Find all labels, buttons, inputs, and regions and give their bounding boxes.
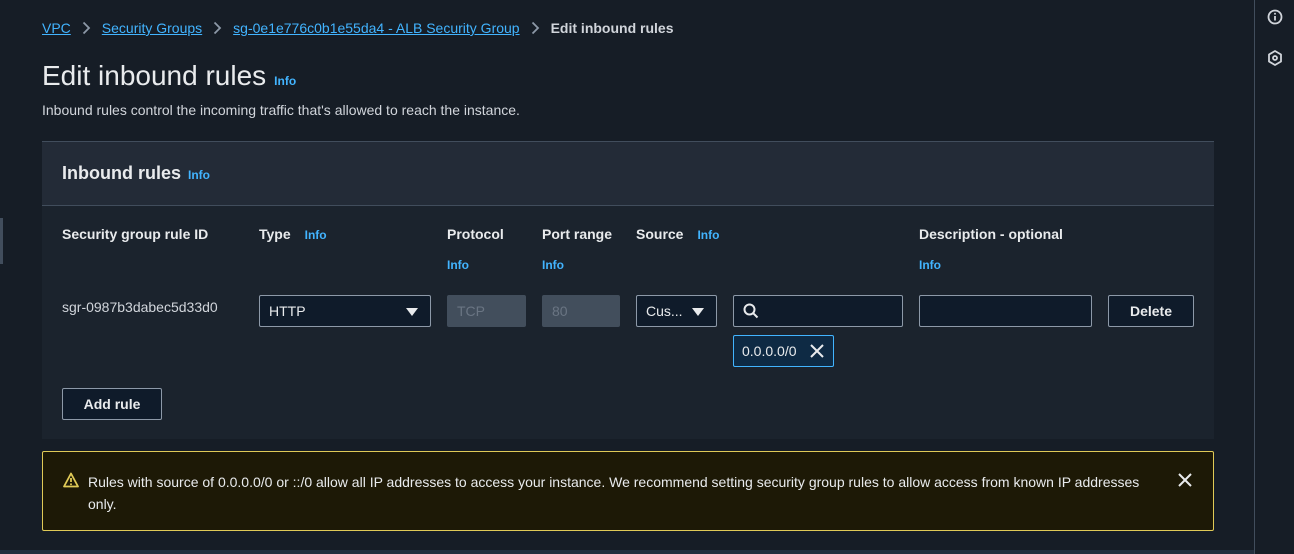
panel-header: Inbound rules Info bbox=[42, 142, 1214, 206]
panel-info-link[interactable]: Info bbox=[188, 168, 210, 182]
col-header-source: Source Info bbox=[636, 226, 719, 242]
port-range-value: 80 bbox=[552, 303, 568, 319]
close-icon[interactable] bbox=[1177, 472, 1193, 493]
protocol-field: TCP bbox=[447, 295, 526, 327]
warning-triangle-icon bbox=[63, 472, 79, 493]
col-header-source-label: Source bbox=[636, 226, 684, 242]
col-header-rule-id-label: Security group rule ID bbox=[62, 226, 209, 242]
panel-title-group: Inbound rules Info bbox=[62, 163, 210, 184]
type-select[interactable]: HTTP bbox=[259, 295, 431, 327]
description-input[interactable] bbox=[919, 295, 1092, 327]
col-header-rule-id: Security group rule ID bbox=[62, 226, 208, 242]
breadcrumb-vpc[interactable]: VPC bbox=[42, 20, 71, 36]
panel-title: Inbound rules bbox=[62, 163, 181, 183]
caret-down-icon bbox=[406, 308, 418, 316]
close-icon[interactable] bbox=[809, 343, 825, 362]
col-header-protocol: Protocol bbox=[447, 226, 504, 242]
col-header-type-label: Type bbox=[259, 226, 291, 242]
col-header-type: Type Info bbox=[259, 226, 327, 242]
protocol-value: TCP bbox=[457, 303, 485, 319]
search-icon bbox=[743, 303, 759, 324]
page-header: Edit inbound rules Info bbox=[42, 60, 296, 92]
page-description: Inbound rules control the incoming traff… bbox=[42, 102, 520, 118]
source-type-value: Cus... bbox=[646, 303, 683, 319]
col-header-protocol-label: Protocol bbox=[447, 226, 504, 242]
chevron-right-icon bbox=[213, 21, 222, 35]
warning-alert: Rules with source of 0.0.0.0/0 or ::/0 a… bbox=[42, 451, 1214, 531]
app-window: VPC Security Groups sg-0e1e776c0b1e55da4… bbox=[0, 0, 1294, 554]
port-range-field: 80 bbox=[542, 295, 620, 327]
page-title: Edit inbound rules bbox=[42, 60, 267, 91]
source-cidr-token-label: 0.0.0.0/0 bbox=[742, 343, 797, 359]
description-info-link[interactable]: Info bbox=[919, 258, 941, 272]
left-panel-edge[interactable] bbox=[0, 218, 3, 264]
source-cidr-token: 0.0.0.0/0 bbox=[733, 335, 834, 367]
col-header-description-label: Description - optional bbox=[919, 226, 1063, 242]
col-header-port-range: Port range bbox=[542, 226, 612, 242]
info-circle-icon[interactable] bbox=[1264, 6, 1286, 28]
inbound-rules-panel: Inbound rules Info Security group rule I… bbox=[42, 141, 1214, 439]
add-rule-button[interactable]: Add rule bbox=[62, 388, 162, 420]
right-utility-rail bbox=[1254, 0, 1294, 554]
col-header-description: Description - optional bbox=[919, 226, 1063, 242]
breadcrumb-security-groups[interactable]: Security Groups bbox=[102, 20, 202, 36]
chevron-right-icon bbox=[82, 21, 91, 35]
type-select-value: HTTP bbox=[269, 303, 306, 319]
col-header-port-range-label: Port range bbox=[542, 226, 613, 242]
delete-rule-button[interactable]: Delete bbox=[1108, 295, 1194, 327]
page-info-link[interactable]: Info bbox=[274, 74, 296, 88]
type-info-link[interactable]: Info bbox=[305, 228, 327, 242]
protocol-info-link[interactable]: Info bbox=[447, 258, 469, 272]
source-type-select[interactable]: Cus... bbox=[636, 295, 717, 327]
breadcrumb-security-group[interactable]: sg-0e1e776c0b1e55da4 - ALB Security Grou… bbox=[233, 20, 519, 36]
bottom-border bbox=[0, 550, 1254, 554]
caret-down-icon bbox=[692, 308, 704, 316]
source-info-link[interactable]: Info bbox=[697, 228, 719, 242]
breadcrumb: VPC Security Groups sg-0e1e776c0b1e55da4… bbox=[42, 18, 673, 38]
breadcrumb-current: Edit inbound rules bbox=[550, 20, 674, 36]
source-search-input[interactable] bbox=[733, 295, 903, 327]
chevron-right-icon bbox=[531, 21, 540, 35]
port-range-info-link[interactable]: Info bbox=[542, 258, 564, 272]
hexagon-settings-icon[interactable] bbox=[1264, 47, 1286, 69]
warning-alert-text: Rules with source of 0.0.0.0/0 or ::/0 a… bbox=[88, 474, 1140, 512]
rule-id-value: sgr-0987b3dabec5d33d0 bbox=[62, 299, 218, 315]
